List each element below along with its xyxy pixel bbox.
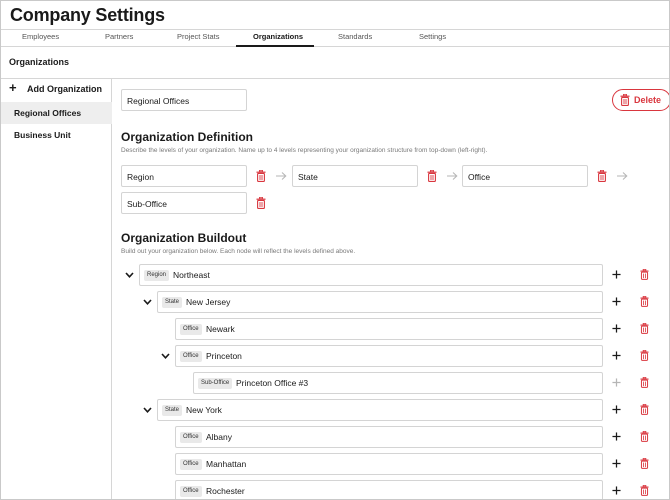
add-child-icon[interactable] [612, 297, 621, 306]
level-badge: Office [180, 459, 202, 470]
add-child-icon[interactable] [612, 324, 621, 333]
node-name: Princeton Office #3 [236, 378, 309, 388]
add-child-icon[interactable] [612, 459, 621, 468]
add-child-icon[interactable] [612, 432, 621, 441]
trash-icon[interactable] [640, 404, 649, 415]
trash-icon[interactable] [640, 323, 649, 334]
sidebar-item-business-unit[interactable]: Business Unit [1, 124, 112, 146]
trash-icon[interactable] [597, 170, 607, 182]
arrow-right-icon [276, 172, 287, 180]
add-child-icon[interactable] [612, 351, 621, 360]
chevron-down-icon[interactable] [143, 299, 152, 305]
node-name: New Jersey [186, 297, 231, 307]
add-child-icon[interactable] [612, 486, 621, 495]
level-badge: State [162, 405, 183, 416]
add-child-icon [612, 378, 621, 387]
tree-node[interactable]: Sub-Office Princeton Office #3 [193, 372, 603, 394]
trash-icon[interactable] [640, 377, 649, 388]
sidebar-item-regional-offices[interactable]: Regional Offices [1, 102, 112, 124]
trash-icon[interactable] [640, 296, 649, 307]
buildout-title: Organization Buildout [121, 231, 247, 245]
add-organization-button[interactable]: + Add Organization [1, 79, 112, 99]
delete-button[interactable]: Delete [612, 89, 669, 111]
level-name-value: State [298, 172, 318, 182]
tab-bar: Employees Partners Project Stats Organizati… [1, 29, 669, 47]
node-name: Rochester [206, 486, 245, 496]
add-child-icon[interactable] [612, 270, 621, 279]
trash-icon [620, 94, 630, 106]
node-name: Northeast [173, 270, 210, 280]
sidebar-item-label: Regional Offices [14, 108, 82, 118]
buildout-description: Build out your organization below. Each … [121, 248, 356, 255]
node-name: Manhattan [206, 459, 247, 469]
add-organization-label: Add Organization [27, 84, 102, 94]
node-name: New York [186, 405, 222, 415]
tab-project-stats[interactable]: Project Stats [177, 32, 220, 41]
trash-icon[interactable] [640, 485, 649, 496]
level-1-input[interactable]: Region [121, 165, 247, 187]
level-4-input[interactable]: Sub-Office [121, 192, 247, 214]
chevron-down-icon[interactable] [161, 353, 170, 359]
node-name: Albany [206, 432, 232, 442]
tree-node[interactable]: Office Albany [175, 426, 603, 448]
tree-node[interactable]: Region Northeast [139, 264, 603, 286]
main-panel: Regional Offices Delete Organization Def… [113, 79, 669, 499]
sidebar-item-label: Business Unit [14, 130, 71, 140]
tree-node[interactable]: Office Princeton [175, 345, 603, 367]
level-badge: Office [180, 351, 202, 362]
trash-icon[interactable] [640, 269, 649, 280]
tab-employees[interactable]: Employees [22, 32, 59, 41]
arrow-right-icon [447, 172, 458, 180]
organization-name-value: Regional Offices [127, 96, 190, 106]
tree-node[interactable]: State New York [157, 399, 603, 421]
level-2-input[interactable]: State [292, 165, 418, 187]
trash-icon[interactable] [427, 170, 437, 182]
tab-settings[interactable]: Settings [419, 32, 446, 41]
trash-icon[interactable] [640, 458, 649, 469]
app-window: Company Settings Employees Partners Projec… [0, 0, 670, 500]
trash-icon[interactable] [640, 350, 649, 361]
tree-node[interactable]: State New Jersey [157, 291, 603, 313]
sidebar: + Add Organization Regional Offices Busin… [1, 79, 112, 499]
tree-node[interactable]: Office Newark [175, 318, 603, 340]
plus-icon: + [9, 80, 17, 95]
organization-name-input[interactable]: Regional Offices [121, 89, 247, 111]
tab-organizations[interactable]: Organizations [253, 32, 303, 41]
trash-icon[interactable] [640, 431, 649, 442]
level-badge: Office [180, 432, 202, 443]
node-name: Newark [206, 324, 235, 334]
level-badge: Sub-Office [198, 378, 233, 389]
level-3-input[interactable]: Office [462, 165, 588, 187]
trash-icon[interactable] [256, 197, 266, 209]
tree-node[interactable]: Office Rochester [175, 480, 603, 499]
section-title: Organizations [9, 57, 70, 67]
delete-label: Delete [634, 95, 662, 105]
level-badge: Office [180, 324, 202, 335]
add-child-icon[interactable] [612, 405, 621, 414]
arrow-right-icon [617, 172, 628, 180]
definition-title: Organization Definition [121, 130, 253, 144]
tree-node[interactable]: Office Manhattan [175, 453, 603, 475]
trash-icon[interactable] [256, 170, 266, 182]
tab-standards[interactable]: Standards [338, 32, 372, 41]
chevron-down-icon[interactable] [143, 407, 152, 413]
level-name-value: Region [127, 172, 154, 182]
level-badge: State [162, 297, 183, 308]
definition-description: Describe the levels of your organization… [121, 147, 488, 154]
level-badge: Office [180, 486, 202, 497]
page-title: Company Settings [10, 5, 165, 25]
level-name-value: Sub-Office [127, 199, 168, 209]
level-badge: Region [144, 270, 170, 281]
active-tab-indicator [236, 45, 314, 47]
chevron-down-icon[interactable] [125, 272, 134, 278]
tab-partners[interactable]: Partners [105, 32, 133, 41]
level-name-value: Office [468, 172, 491, 182]
node-name: Princeton [206, 351, 242, 361]
